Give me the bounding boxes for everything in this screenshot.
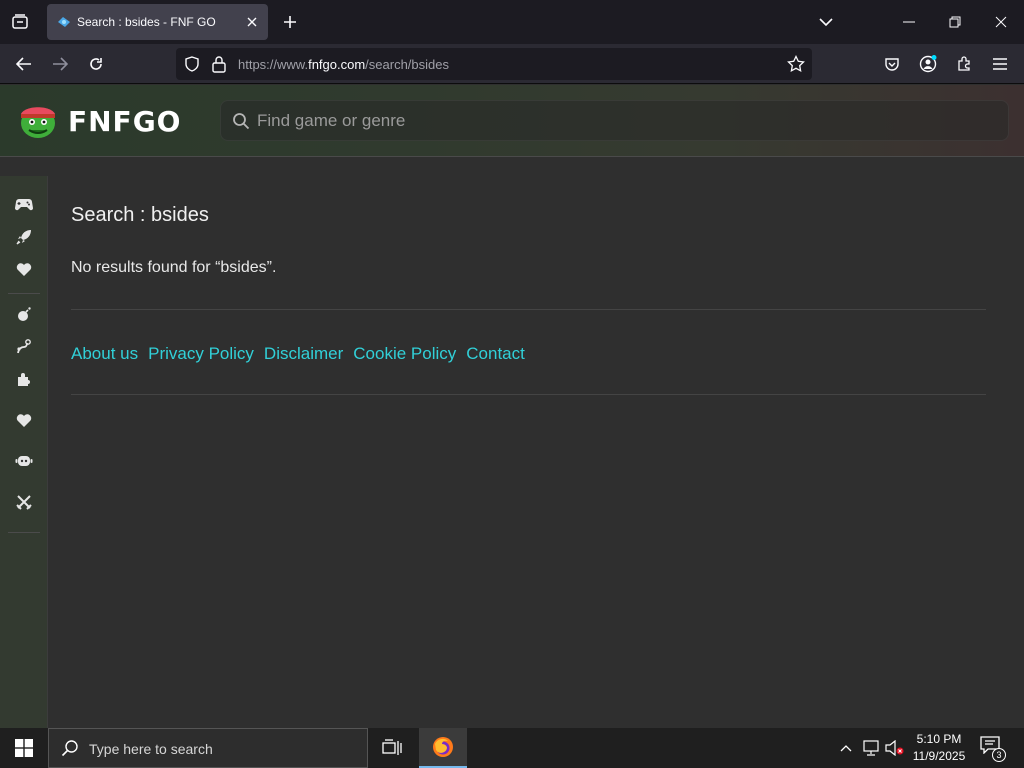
shield-icon[interactable] (184, 56, 200, 72)
heart-icon[interactable] (12, 409, 36, 433)
chevron-down-icon[interactable] (814, 10, 838, 34)
site-search-input[interactable] (257, 107, 977, 135)
close-tab-icon[interactable] (243, 13, 261, 31)
puzzle-icon[interactable] (12, 368, 36, 392)
site-favicon-icon (57, 15, 71, 29)
notification-count-badge: 3 (992, 748, 1006, 762)
main-content: Search : bsides No results found for “bs… (49, 158, 1024, 728)
taskbar-clock[interactable]: 5:10 PM 11/9/2025 (906, 731, 972, 765)
reload-icon[interactable] (82, 50, 110, 78)
flask-icon[interactable] (12, 335, 36, 359)
bookmark-star-icon[interactable] (787, 55, 805, 73)
crossed-swords-icon[interactable] (12, 490, 36, 514)
divider (71, 309, 986, 310)
account-icon[interactable] (914, 50, 942, 78)
url-prefix: https://www. (238, 57, 309, 72)
search-icon (232, 112, 250, 130)
windows-taskbar: Type here to search 5:10 PM 11/9/2025 3 (0, 728, 1024, 768)
chevron-up-icon[interactable] (836, 738, 856, 758)
browser-navbar: https://www.fnfgo.com/search/bsides (0, 44, 1024, 84)
footer-link-about-us[interactable]: About us (71, 344, 138, 364)
footer-link-contact[interactable]: Contact (466, 344, 525, 364)
tab-title: Search : bsides - FNF GO (77, 15, 216, 29)
restore-icon[interactable] (935, 6, 975, 38)
new-tab-icon[interactable] (278, 10, 302, 34)
address-bar[interactable]: https://www.fnfgo.com/search/bsides (176, 48, 812, 80)
url-text[interactable]: https://www.fnfgo.com/search/bsides (238, 57, 449, 72)
page-title: Search : bsides (71, 204, 209, 226)
heart-icon[interactable] (12, 258, 36, 282)
sidebar-divider (8, 532, 40, 533)
url-host: fnfgo.com (308, 57, 366, 72)
bomb-icon[interactable] (12, 302, 36, 326)
sidebar-divider (8, 293, 40, 294)
firefox-taskbar-icon[interactable] (419, 728, 467, 768)
site-logo[interactable]: FNFGO (18, 102, 181, 140)
site-header: FNFGO (0, 85, 1024, 157)
robot-icon[interactable] (12, 449, 36, 473)
footer-link-privacy-policy[interactable]: Privacy Policy (148, 344, 254, 364)
clock-time: 5:10 PM (916, 732, 962, 746)
category-sidebar (0, 176, 48, 728)
logo-text: FNFGO (68, 104, 182, 138)
gamepad-icon[interactable] (12, 192, 36, 216)
back-arrow-icon[interactable] (10, 50, 38, 78)
footer-link-disclaimer[interactable]: Disclaimer (264, 344, 343, 364)
hamburger-menu-icon[interactable] (986, 50, 1014, 78)
url-path: /search/bsides (365, 57, 449, 72)
browser-tab-active[interactable]: Search : bsides - FNF GO (47, 4, 268, 40)
logo-mascot-icon (18, 102, 58, 140)
taskbar-search-placeholder: Type here to search (89, 741, 213, 757)
network-icon[interactable] (861, 738, 881, 758)
pocket-icon[interactable] (878, 50, 906, 78)
divider (71, 394, 986, 395)
no-results-message: No results found for “bsides”. (71, 259, 277, 276)
tab-list-icon[interactable] (6, 8, 34, 36)
site-search-bar[interactable] (220, 100, 1009, 141)
footer-link-cookie-policy[interactable]: Cookie Policy (353, 344, 456, 364)
minimize-icon[interactable] (889, 6, 929, 38)
clock-date: 11/9/2025 (912, 749, 966, 763)
taskbar-search-box[interactable]: Type here to search (48, 728, 368, 768)
windows-start-icon[interactable] (0, 728, 48, 768)
footer-links: About us Privacy Policy Disclaimer Cooki… (71, 344, 525, 364)
lock-icon[interactable] (212, 55, 226, 73)
extensions-icon[interactable] (950, 50, 978, 78)
search-icon (61, 739, 79, 757)
browser-tab-strip: Search : bsides - FNF GO (0, 0, 1024, 44)
task-view-icon[interactable] (376, 734, 408, 762)
volume-muted-icon[interactable] (885, 738, 905, 758)
close-window-icon[interactable] (981, 6, 1021, 38)
rocket-icon[interactable] (12, 225, 36, 249)
notification-center-button[interactable]: 3 (980, 736, 1006, 762)
forward-arrow-icon[interactable] (46, 50, 74, 78)
